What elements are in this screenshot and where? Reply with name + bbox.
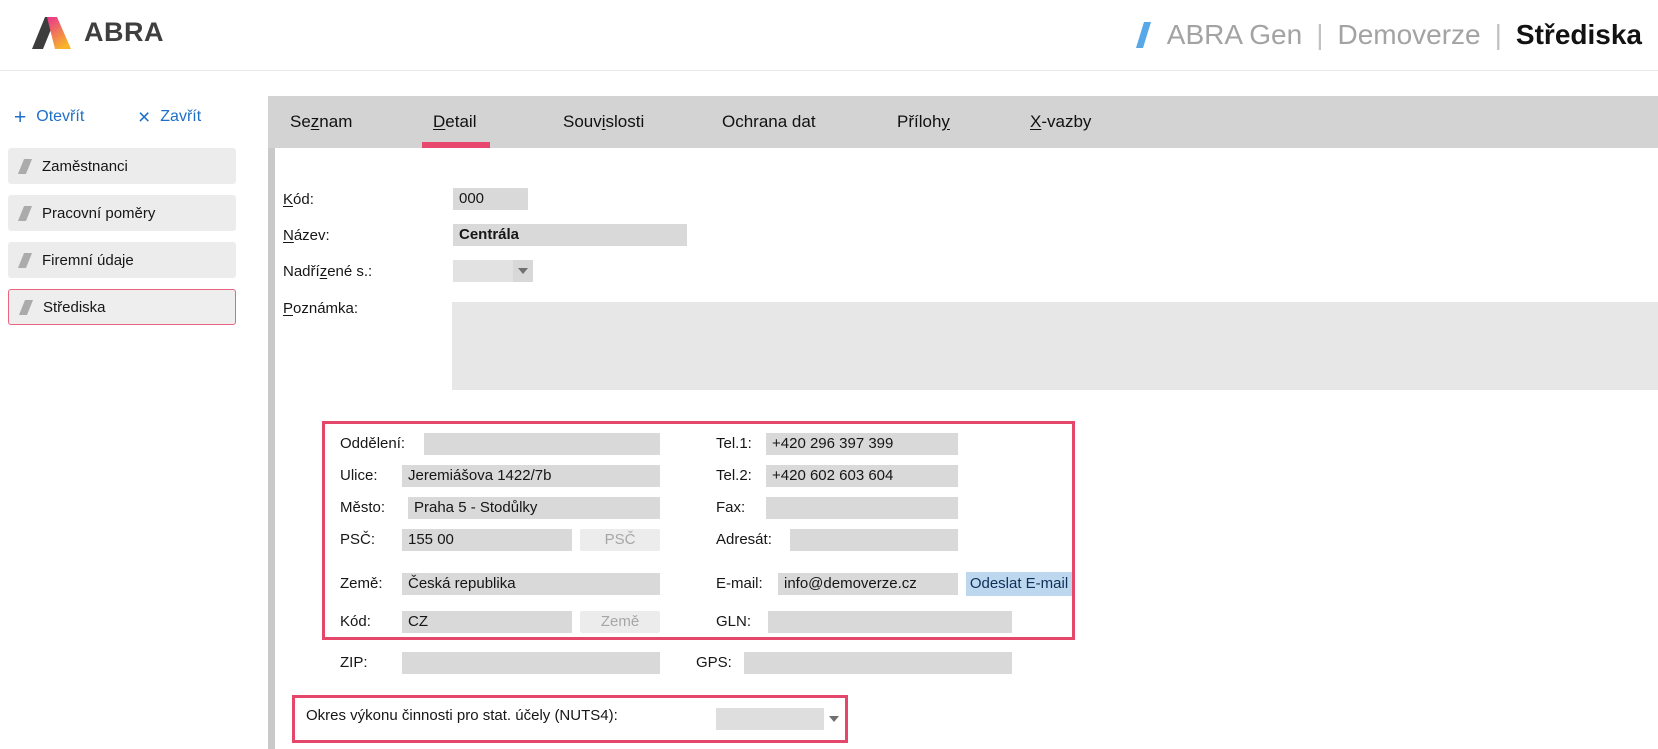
gps-label: GPS:: [696, 652, 732, 674]
tab-seznam[interactable]: Seznam: [290, 96, 352, 148]
nazev-input[interactable]: Centrála: [453, 224, 687, 246]
mesto-label: Město:: [340, 497, 385, 519]
breadcrumb-separator: |: [1316, 19, 1323, 51]
zip-input[interactable]: [402, 652, 660, 674]
open-button-label: Otevřít: [36, 108, 84, 126]
sidebar-item-strediska[interactable]: Střediska: [8, 289, 236, 325]
tel2-input[interactable]: +420 602 603 604: [766, 465, 958, 487]
zeme-lookup-button[interactable]: Země: [580, 611, 660, 633]
kod-input[interactable]: 000: [453, 188, 528, 210]
tab-prilohy[interactable]: Přílohy: [897, 96, 950, 148]
vertical-splitter[interactable]: [268, 148, 275, 749]
tel2-label: Tel.2:: [716, 465, 752, 487]
psc-label: PSČ:: [340, 529, 375, 551]
close-button-label: Zavřít: [160, 108, 201, 126]
sidebar-item-label: Střediska: [43, 299, 106, 316]
fax-label: Fax:: [716, 497, 745, 519]
tab-detail[interactable]: Detail: [433, 96, 476, 148]
abra-slash-icon: [18, 159, 32, 174]
app-header: ABRA ABRA Gen | Demoverze | Střediska: [0, 0, 1658, 71]
abra-slash-icon: [1131, 19, 1153, 51]
tel1-label: Tel.1:: [716, 433, 752, 455]
abra-slash-icon: [18, 206, 32, 221]
abra-logo: ABRA: [30, 14, 164, 51]
mesto-input[interactable]: Praha 5 - Stodůlky: [408, 497, 660, 519]
plus-icon: +: [14, 107, 26, 128]
nadrizene-dropdown-value: [453, 260, 513, 282]
email-input[interactable]: info@demoverze.cz: [778, 573, 958, 595]
tel1-input[interactable]: +420 296 397 399: [766, 433, 958, 455]
email-label: E-mail:: [716, 573, 763, 595]
sidebar: Zaměstnanci Pracovní poměry Firemní údaj…: [8, 148, 236, 336]
chevron-down-icon: [824, 708, 844, 730]
gps-input[interactable]: [744, 652, 1012, 674]
abra-gen-window: ABRA ABRA Gen | Demoverze | Střediska + …: [0, 0, 1658, 749]
close-button[interactable]: × Zavřít: [138, 102, 201, 132]
poznamka-textarea[interactable]: [452, 302, 1658, 390]
tab-ochrana-dat[interactable]: Ochrana dat: [722, 96, 816, 148]
zeme-input[interactable]: Česká republika: [402, 573, 660, 595]
oddeleni-input[interactable]: [424, 433, 660, 455]
adresat-input[interactable]: [790, 529, 958, 551]
sidebar-item-pracovni-pomery[interactable]: Pracovní poměry: [8, 195, 236, 231]
oddeleni-label: Oddělení:: [340, 433, 405, 455]
sidebar-item-firemni-udaje[interactable]: Firemní údaje: [8, 242, 236, 278]
close-icon: ×: [138, 107, 150, 128]
open-button[interactable]: + Otevřít: [14, 102, 84, 132]
kod-zeme-label: Kód:: [340, 611, 371, 633]
kod-label: Kód:: [283, 189, 314, 211]
abra-slash-icon: [18, 253, 32, 268]
nuts4-label: Okres výkonu činnosti pro stat. účely (N…: [306, 705, 618, 727]
adresat-label: Adresát:: [716, 529, 772, 551]
nuts4-dropdown-value: [716, 708, 824, 730]
nazev-label: Název:: [283, 225, 330, 247]
psc-input[interactable]: 155 00: [402, 529, 572, 551]
poznamka-label: Poznámka:: [283, 298, 358, 320]
sidebar-item-label: Zaměstnanci: [42, 158, 128, 175]
nuts4-dropdown[interactable]: [716, 708, 844, 730]
tab-bar: Seznam Detail Souvislosti Ochrana dat Př…: [268, 96, 1658, 148]
nadrizene-label: Nadřízené s.:: [283, 261, 372, 283]
zip-label: ZIP:: [340, 652, 368, 674]
fax-input[interactable]: [766, 497, 958, 519]
tab-souvislosti[interactable]: Souvislosti: [563, 96, 644, 148]
kod-zeme-input[interactable]: CZ: [402, 611, 572, 633]
zeme-label: Země:: [340, 573, 383, 595]
chevron-down-icon: [513, 260, 533, 282]
breadcrumb-app: ABRA Gen: [1167, 19, 1302, 51]
ulice-label: Ulice:: [340, 465, 378, 487]
active-tab-indicator: [422, 142, 490, 148]
psc-lookup-button[interactable]: PSČ: [580, 529, 660, 551]
sidebar-item-label: Pracovní poměry: [42, 205, 155, 222]
page-title: Střediska: [1516, 19, 1642, 51]
ulice-input[interactable]: Jeremiášova 1422/7b: [402, 465, 660, 487]
abra-slash-icon: [19, 300, 33, 315]
gln-label: GLN:: [716, 611, 751, 633]
breadcrumb: ABRA Gen | Demoverze | Střediska: [1131, 0, 1642, 70]
sidebar-item-label: Firemní údaje: [42, 252, 134, 269]
send-email-button[interactable]: Odeslat E-mail: [966, 572, 1072, 596]
gln-input[interactable]: [768, 611, 1012, 633]
tab-x-vazby[interactable]: X-vazby: [1030, 96, 1091, 148]
abra-logo-icon: [30, 14, 74, 51]
breadcrumb-separator: |: [1495, 19, 1502, 51]
breadcrumb-environment: Demoverze: [1337, 19, 1480, 51]
nadrizene-dropdown[interactable]: [453, 260, 533, 282]
abra-logo-text: ABRA: [84, 17, 164, 48]
sidebar-item-zamestnanci[interactable]: Zaměstnanci: [8, 148, 236, 184]
